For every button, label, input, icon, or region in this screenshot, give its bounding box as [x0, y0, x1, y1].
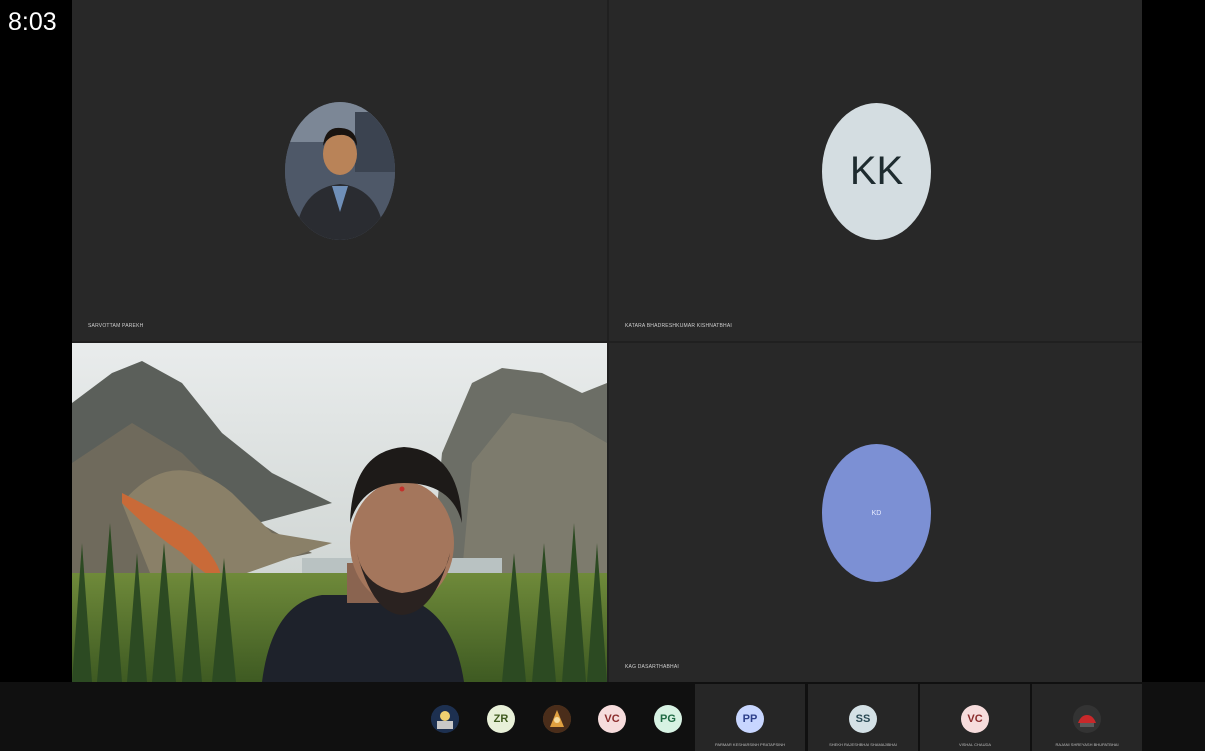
participant-name: SARVOTTAM PAREKH	[88, 323, 144, 329]
participant-tile[interactable]: SARVOTTAM PAREKH	[72, 0, 607, 341]
mini-avatar: VC	[961, 705, 989, 733]
participant-tile[interactable]: KK KATARA BHADRESHKUMAR KISHNATBHAI	[609, 0, 1142, 341]
mini-avatar: PP	[736, 705, 764, 733]
participant-video-tile[interactable]	[72, 343, 607, 682]
mini-avatar[interactable]: ZR	[487, 705, 515, 733]
mini-avatar[interactable]: VC	[598, 705, 626, 733]
participant-box[interactable]: RAJANI SHREYASH BHUPATBHAI	[1032, 684, 1142, 751]
mini-avatar: SS	[849, 705, 877, 733]
participant-tile[interactable]: KD KAG DASARTHABHAI	[609, 343, 1142, 682]
participant-avatar: KD	[822, 444, 931, 582]
mini-avatar-photo	[1073, 705, 1101, 733]
participant-box[interactable]: PP PARMAR KESHARSINH PRATAPSINH	[695, 684, 805, 751]
participant-avatar: KK	[822, 103, 931, 240]
participant-box[interactable]: SS SHEKH RAJESHBHAI SHAMAJIBHAI	[808, 684, 918, 751]
mini-avatar-photo[interactable]	[543, 705, 571, 733]
mini-avatar[interactable]: PG	[654, 705, 682, 733]
video-grid: SARVOTTAM PAREKH KK KATARA BHADRESHKUMAR…	[72, 0, 1142, 682]
participant-name: SHEKH RAJESHBHAI SHAMAJIBHAI	[829, 742, 897, 747]
participant-name: RAJANI SHREYASH BHUPATBHAI	[1055, 742, 1119, 747]
participant-avatar-photo	[285, 102, 395, 240]
participant-name: PARMAR KESHARSINH PRATAPSINH	[714, 742, 785, 747]
mini-avatar-photo[interactable]	[431, 705, 459, 733]
participant-name: VISHAL CHAUDA	[958, 742, 992, 747]
participant-name: KATARA BHADRESHKUMAR KISHNATBHAI	[625, 323, 732, 329]
participant-name: KAG DASARTHABHAI	[625, 664, 679, 670]
participant-box[interactable]: VC VISHAL CHAUDA	[920, 684, 1030, 751]
status-time: 8:03	[8, 8, 57, 36]
video-feed	[72, 343, 607, 682]
